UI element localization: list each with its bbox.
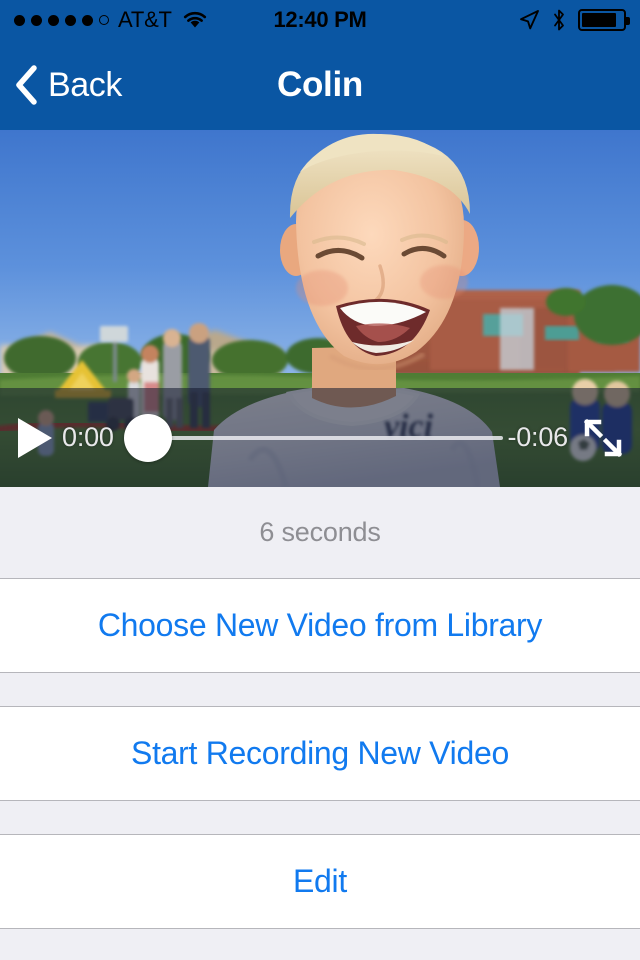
fullscreen-button[interactable] bbox=[580, 415, 626, 461]
signal-dot-filled bbox=[14, 14, 25, 26]
cell-label: Start Recording New Video bbox=[131, 735, 509, 771]
wifi-icon bbox=[183, 12, 206, 28]
duration-section-header: 6 seconds bbox=[0, 487, 640, 578]
location-arrow-icon bbox=[520, 10, 539, 30]
options-table: 6 seconds Choose New Video from Library … bbox=[0, 487, 640, 960]
cell-edit[interactable]: Edit bbox=[0, 834, 640, 929]
carrier-label: AT&T bbox=[118, 7, 172, 32]
cellular-signal-dots bbox=[14, 14, 109, 26]
cell-label: Edit bbox=[293, 863, 347, 899]
elapsed-time-label: 0:00 bbox=[62, 422, 114, 452]
status-bar: AT&T 12:40 PM bbox=[0, 0, 640, 40]
clock-label: 12:40 PM bbox=[273, 7, 367, 32]
back-button[interactable]: Back bbox=[0, 40, 122, 130]
video-player[interactable]: vici 0:00 -0:06 bbox=[0, 130, 640, 487]
signal-dot-filled bbox=[82, 14, 93, 26]
back-button-label: Back bbox=[48, 65, 122, 104]
app-screen: AT&T 12:40 PM Back Colin 0:00 -0:06 6 se… bbox=[0, 0, 640, 960]
cell-choose-new-video-from-library[interactable]: Choose New Video from Library bbox=[0, 578, 640, 673]
signal-dot-filled bbox=[48, 14, 59, 26]
video-scrubber[interactable] bbox=[123, 413, 504, 462]
cell-label: Choose New Video from Library bbox=[97, 607, 543, 643]
bluetooth-icon bbox=[554, 9, 564, 31]
bottom-gap bbox=[0, 929, 640, 959]
section-gap bbox=[0, 673, 640, 706]
battery-icon bbox=[578, 9, 630, 31]
signal-dot-filled bbox=[65, 14, 76, 26]
section-gap bbox=[0, 801, 640, 834]
signal-dot-filled bbox=[31, 14, 42, 26]
navigation-bar: Back Colin bbox=[0, 40, 640, 130]
status-bar-left: AT&T bbox=[14, 7, 208, 33]
signal-dot-empty bbox=[99, 15, 109, 25]
video-controls-bar: 0:00 -0:06 bbox=[0, 388, 640, 487]
duration-label: 6 seconds bbox=[259, 517, 381, 547]
scrubber-track bbox=[147, 435, 504, 440]
chevron-left-icon bbox=[16, 65, 37, 105]
play-icon bbox=[18, 417, 52, 458]
play-button[interactable] bbox=[14, 415, 56, 461]
fullscreen-expand-icon bbox=[583, 418, 623, 457]
remaining-time-label: -0:06 bbox=[507, 422, 568, 452]
cell-start-recording-new-video[interactable]: Start Recording New Video bbox=[0, 706, 640, 801]
status-bar-right bbox=[518, 8, 630, 32]
scrubber-thumb[interactable] bbox=[123, 413, 172, 462]
